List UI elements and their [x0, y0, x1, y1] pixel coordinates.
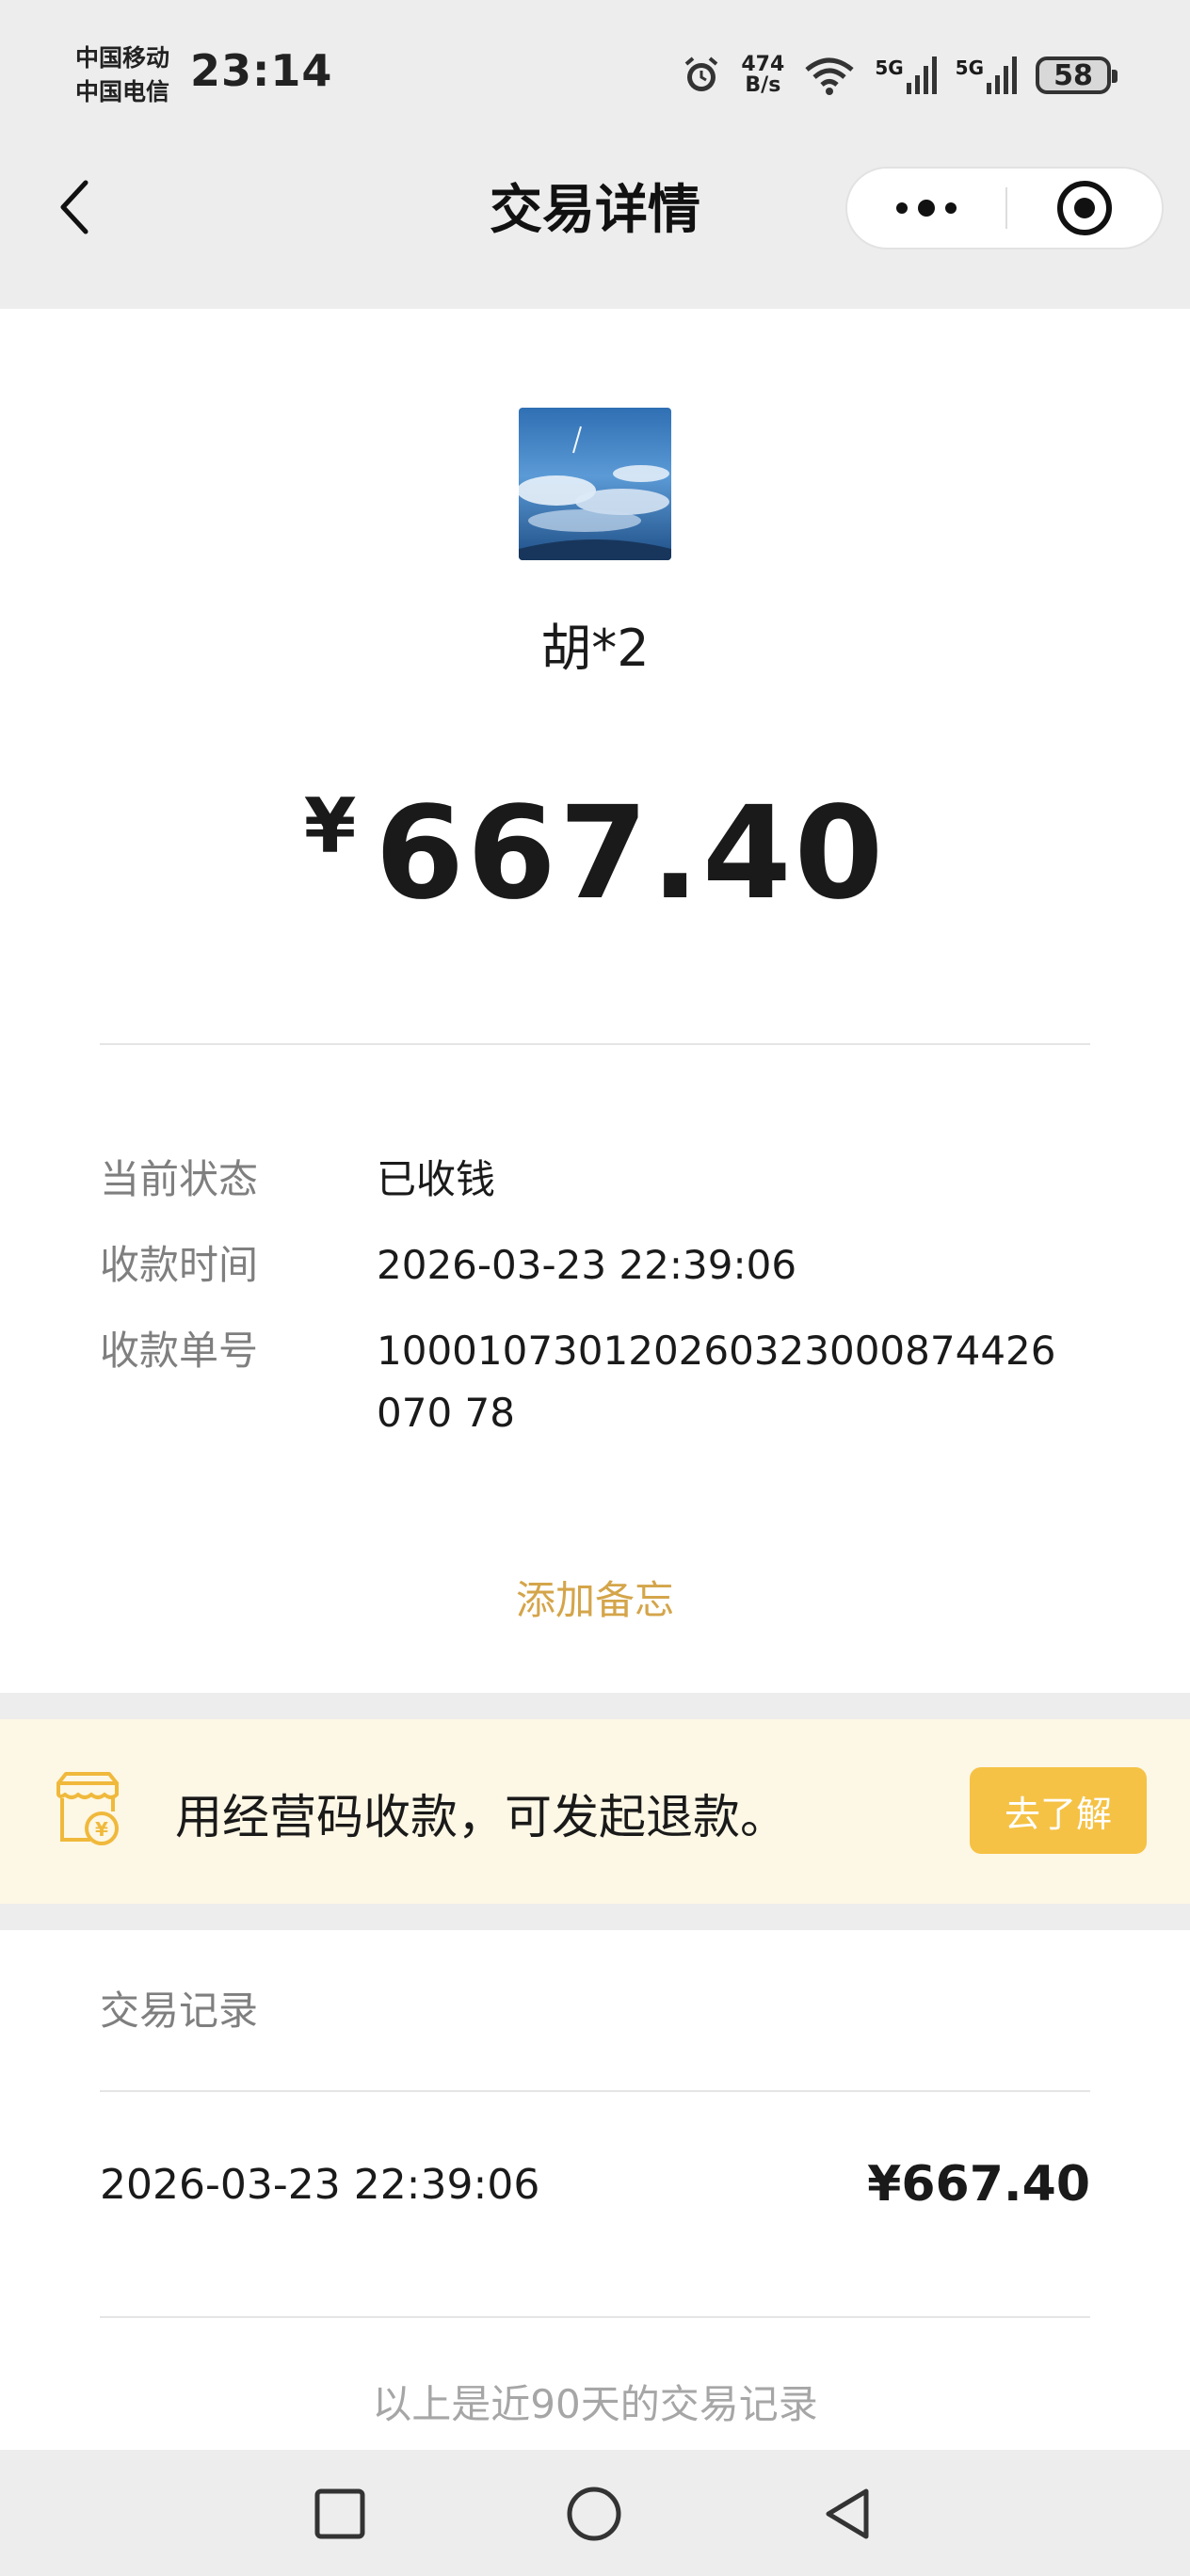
records-title: 交易记录 [100, 1988, 259, 2034]
add-note-link[interactable]: 添加备忘 [0, 1569, 1190, 1626]
learn-more-button[interactable]: 去了解 [970, 1767, 1147, 1854]
net-speed-unit: B/s [745, 73, 781, 97]
amount-value: 667.40 [375, 780, 887, 928]
detail-value[interactable]: 100010730120260323000874426070 78 [377, 1320, 1069, 1444]
status-icons: 474 B/s 5G 5G 58 [681, 51, 1118, 100]
detail-row-status: 当前状态 已收钱 [100, 1149, 1098, 1211]
recent-apps-icon [314, 2488, 365, 2539]
detail-row-time: 收款时间 2026-03-23 22:39:06 [100, 1234, 1098, 1296]
recent-apps-button[interactable] [304, 2478, 376, 2550]
currency-symbol: ¥ [303, 782, 357, 870]
detail-label: 收款时间 [100, 1242, 259, 1288]
home-button[interactable] [558, 2478, 630, 2550]
system-back-button[interactable] [812, 2478, 883, 2550]
signal-icon [987, 56, 1017, 94]
detail-value: 已收钱 [377, 1156, 496, 1202]
carrier-1: 中国移动 [75, 44, 170, 72]
more-icon [896, 200, 957, 217]
record-time: 2026-03-23 22:39:06 [100, 2160, 540, 2209]
signal-1: 5G [875, 56, 937, 94]
records-footer-note: 以上是近90天的交易记录 [372, 2381, 818, 2427]
transaction-detail-page: 中国移动 中国电信 23:14 474 B/s 5G 5G 58 交易详情 胡*… [0, 0, 1190, 2576]
mini-program-capsule [845, 167, 1164, 250]
divider [100, 2090, 1090, 2092]
transaction-card: 胡*2 ¥667.40 当前状态 已收钱 收款时间 2026-03-23 22:… [0, 309, 1190, 1693]
target-icon [1057, 181, 1112, 235]
more-button[interactable] [847, 169, 1005, 248]
net-speed: 474 B/s [741, 55, 784, 96]
signal-1-label: 5G [875, 56, 904, 79]
battery-level: 58 [1053, 58, 1093, 92]
signal-2-label: 5G [955, 56, 984, 79]
record-amount: ¥667.40 [867, 2156, 1090, 2213]
net-speed-value: 474 [741, 53, 785, 76]
payer-name: 胡*2 [540, 619, 650, 678]
signal-2: 5G [956, 56, 1017, 94]
carrier-2: 中国电信 [75, 78, 170, 105]
divider [100, 2316, 1090, 2318]
system-nav-bar [0, 2450, 1190, 2576]
avatar-image [519, 408, 671, 560]
store-yen-icon: ¥ [56, 1772, 119, 1845]
detail-row-order-number: 收款单号 100010730120260323000874426070 78 [100, 1320, 1098, 1444]
payer-avatar [519, 408, 671, 560]
close-mini-program-button[interactable] [1007, 169, 1162, 248]
status-clock: 23:14 [190, 45, 333, 96]
detail-label: 当前状态 [100, 1156, 259, 1202]
signal-icon [906, 56, 937, 94]
transaction-records: 交易记录 2026-03-23 22:39:06 ¥667.40 以上是近90天… [0, 1930, 1190, 2452]
battery-icon: 58 [1036, 56, 1118, 94]
nav-bar: 交易详情 [0, 141, 1190, 309]
wifi-icon [805, 57, 854, 95]
svg-text:¥: ¥ [95, 1818, 108, 1841]
record-row[interactable]: 2026-03-23 22:39:06 ¥667.40 [100, 2156, 1090, 2213]
divider [100, 1043, 1090, 1045]
carrier-info: 中国移动 中国电信 [75, 41, 169, 109]
detail-value: 2026-03-23 22:39:06 [377, 1242, 797, 1288]
home-icon [567, 2487, 621, 2541]
banner-text: 用经营码收款，可发起退款。 [175, 1790, 787, 1844]
transaction-amount: ¥667.40 [0, 780, 1190, 928]
back-triangle-icon [826, 2488, 869, 2539]
alarm-icon [685, 56, 718, 91]
detail-label: 收款单号 [100, 1328, 259, 1374]
business-code-banner: ¥ 用经营码收款，可发起退款。 去了解 [0, 1719, 1190, 1904]
status-bar: 中国移动 中国电信 23:14 474 B/s 5G 5G 58 [0, 0, 1190, 141]
